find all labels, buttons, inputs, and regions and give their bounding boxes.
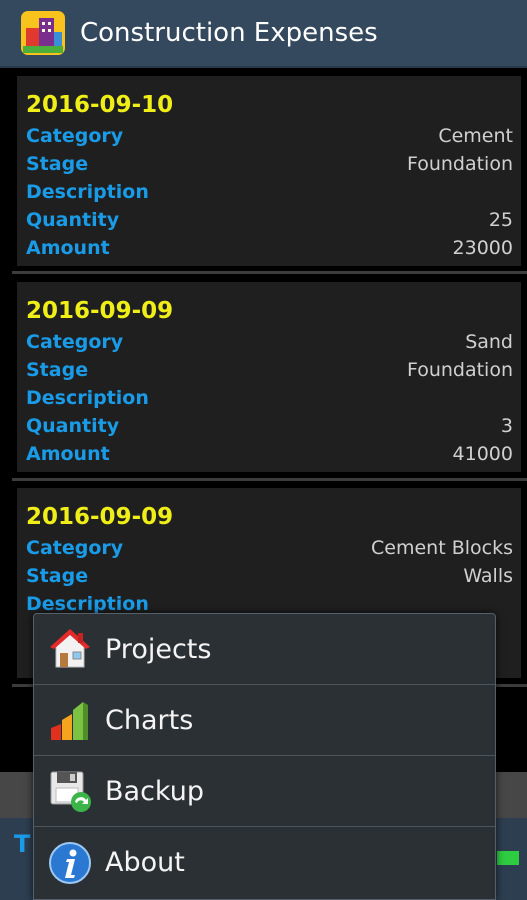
app-title: Construction Expenses [80,18,378,48]
status-indicator [497,851,519,865]
category-value: Cement Blocks [371,537,513,559]
quantity-label: Quantity [26,415,120,437]
category-label: Category [26,331,124,353]
app-logo-icon [21,11,65,55]
description-label: Description [26,387,149,409]
menu-item-projects[interactable]: Projects [34,614,495,685]
amount-label: Amount [26,443,110,465]
info-icon [47,840,93,886]
menu-item-about[interactable]: About [34,827,495,898]
amount-label: Amount [26,237,110,259]
expense-card[interactable]: 2016-09-09 Category Sand Stage Foundation … [17,282,521,472]
quantity-value: 3 [500,415,513,437]
amount-value: 23000 [452,237,513,259]
bar-chart-icon [47,697,93,743]
menu-label: Projects [105,633,212,665]
overflow-menu[interactable]: Projects Charts Backup About [33,613,496,900]
menu-label: About [105,847,185,878]
stage-label: Stage [26,153,89,175]
menu-label: Charts [105,704,194,736]
category-label: Category [26,125,124,147]
expense-date: 2016-09-09 [26,504,174,530]
house-icon [47,626,93,672]
stage-value: Foundation [406,153,513,175]
expense-date: 2016-09-10 [26,92,174,118]
menu-item-backup[interactable]: Backup [34,756,495,827]
bottom-bar-letter: T [14,830,31,858]
menu-item-charts[interactable]: Charts [34,685,495,756]
expense-card[interactable]: 2016-09-10 Category Cement Stage Foundatio… [17,76,521,266]
stage-value: Walls [463,565,513,587]
stage-value: Foundation [406,359,513,381]
category-value: Sand [465,331,513,353]
menu-label: Backup [105,775,204,807]
quantity-label: Quantity [26,209,120,231]
stage-label: Stage [26,565,89,587]
expense-date: 2016-09-09 [26,298,174,324]
stage-label: Stage [26,359,89,381]
quantity-value: 25 [488,209,513,231]
app-bar: Construction Expenses [0,0,527,68]
description-label: Description [26,181,149,203]
floppy-disk-icon [47,768,93,814]
list-divider [12,271,527,274]
category-value: Cement [438,125,513,147]
category-label: Category [26,537,124,559]
list-divider [12,478,527,481]
amount-value: 41000 [452,443,513,465]
